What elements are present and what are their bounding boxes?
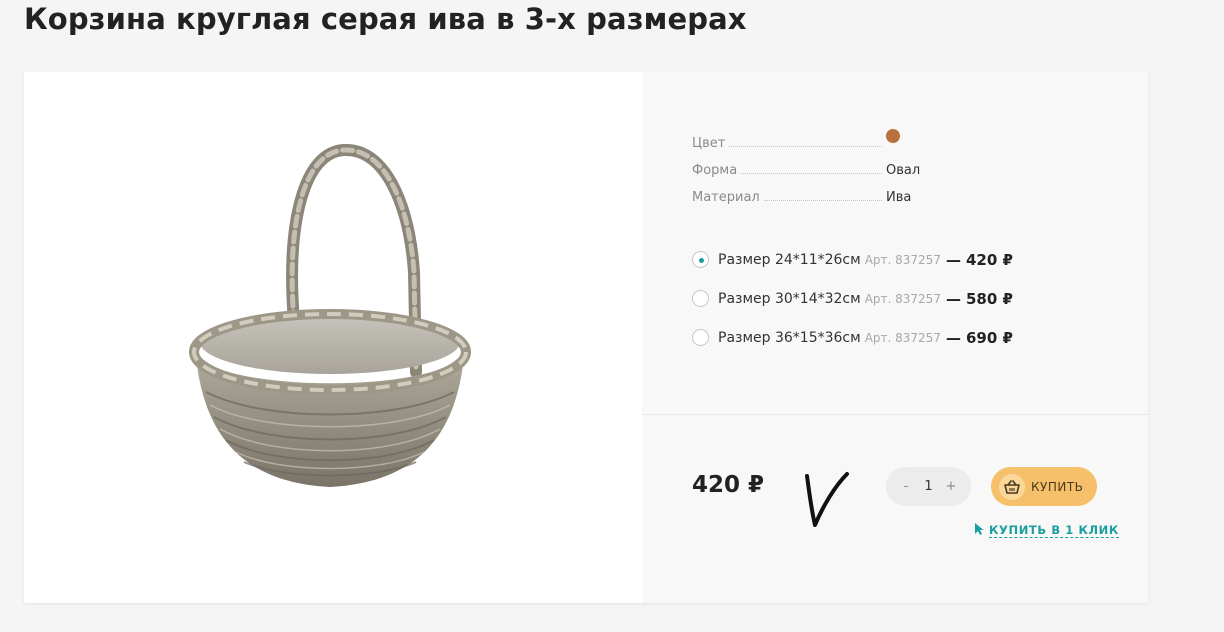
color-swatch bbox=[886, 129, 900, 143]
property-value bbox=[886, 129, 932, 151]
offer-name: Размер 24*11*26см bbox=[718, 251, 861, 268]
offer-radio[interactable] bbox=[692, 251, 709, 268]
size-offers: Размер 24*11*26см Арт. 837257 — 420 ₽ Ра… bbox=[692, 240, 1013, 357]
offer-article: Арт. 837257 bbox=[864, 291, 941, 306]
handwritten-check-mark bbox=[805, 472, 849, 527]
current-price: 420 ₽ bbox=[692, 472, 765, 498]
product-image[interactable] bbox=[24, 72, 642, 603]
increment-button[interactable]: + bbox=[945, 479, 957, 494]
property-dots bbox=[741, 173, 882, 174]
offer-article: Арт. 837257 bbox=[864, 330, 941, 345]
buy-button-label: КУПИТЬ bbox=[1031, 479, 1084, 494]
property-label: Форма bbox=[692, 163, 738, 178]
quantity-value[interactable]: 1 bbox=[919, 479, 939, 494]
page-title: Корзина круглая серая ива в 3-х размерах bbox=[24, 2, 747, 36]
offer-option[interactable]: Размер 30*14*32см Арт. 837257 — 580 ₽ bbox=[692, 279, 1013, 318]
property-value: Ива bbox=[886, 190, 912, 205]
property-material: Материал Ива bbox=[692, 178, 932, 205]
offer-article: Арт. 837257 bbox=[864, 252, 941, 267]
property-label: Цвет bbox=[692, 136, 726, 151]
offer-dash: — bbox=[945, 289, 961, 308]
offer-dash: — bbox=[945, 328, 961, 347]
product-info-panel: Цвет Форма Овал Материал Ива Размер 24*1… bbox=[642, 72, 1148, 603]
property-color: Цвет bbox=[692, 124, 932, 151]
product-image-area bbox=[24, 72, 642, 603]
offer-dash: — bbox=[945, 250, 961, 269]
property-shape: Форма Овал bbox=[692, 151, 932, 178]
offer-price: 580 ₽ bbox=[965, 289, 1013, 308]
offer-radio[interactable] bbox=[692, 329, 709, 346]
offer-name: Размер 30*14*32см bbox=[718, 290, 861, 307]
offer-option[interactable]: Размер 24*11*26см Арт. 837257 — 420 ₽ bbox=[692, 240, 1013, 279]
offer-radio[interactable] bbox=[692, 290, 709, 307]
product-properties: Цвет Форма Овал Материал Ива bbox=[692, 124, 932, 205]
product-card: Цвет Форма Овал Материал Ива Размер 24*1… bbox=[24, 72, 1148, 603]
property-dots bbox=[763, 200, 882, 201]
one-click-buy-link[interactable]: КУПИТЬ В 1 КЛИК bbox=[974, 521, 1119, 540]
buy-button[interactable]: КУПИТЬ bbox=[991, 467, 1097, 506]
offer-name: Размер 36*15*36см bbox=[718, 329, 861, 346]
property-label: Материал bbox=[692, 190, 760, 205]
property-value: Овал bbox=[886, 163, 921, 178]
one-click-label: КУПИТЬ В 1 КЛИК bbox=[989, 523, 1119, 538]
basket-icon bbox=[999, 473, 1025, 500]
offer-option[interactable]: Размер 36*15*36см Арт. 837257 — 690 ₽ bbox=[692, 318, 1013, 357]
offer-price: 420 ₽ bbox=[965, 250, 1013, 269]
property-dots bbox=[729, 146, 882, 147]
cursor-icon bbox=[974, 521, 984, 540]
divider bbox=[642, 414, 1148, 415]
offer-price: 690 ₽ bbox=[965, 328, 1013, 347]
quantity-stepper[interactable]: - 1 + bbox=[886, 467, 971, 506]
decrement-button[interactable]: - bbox=[900, 479, 912, 494]
